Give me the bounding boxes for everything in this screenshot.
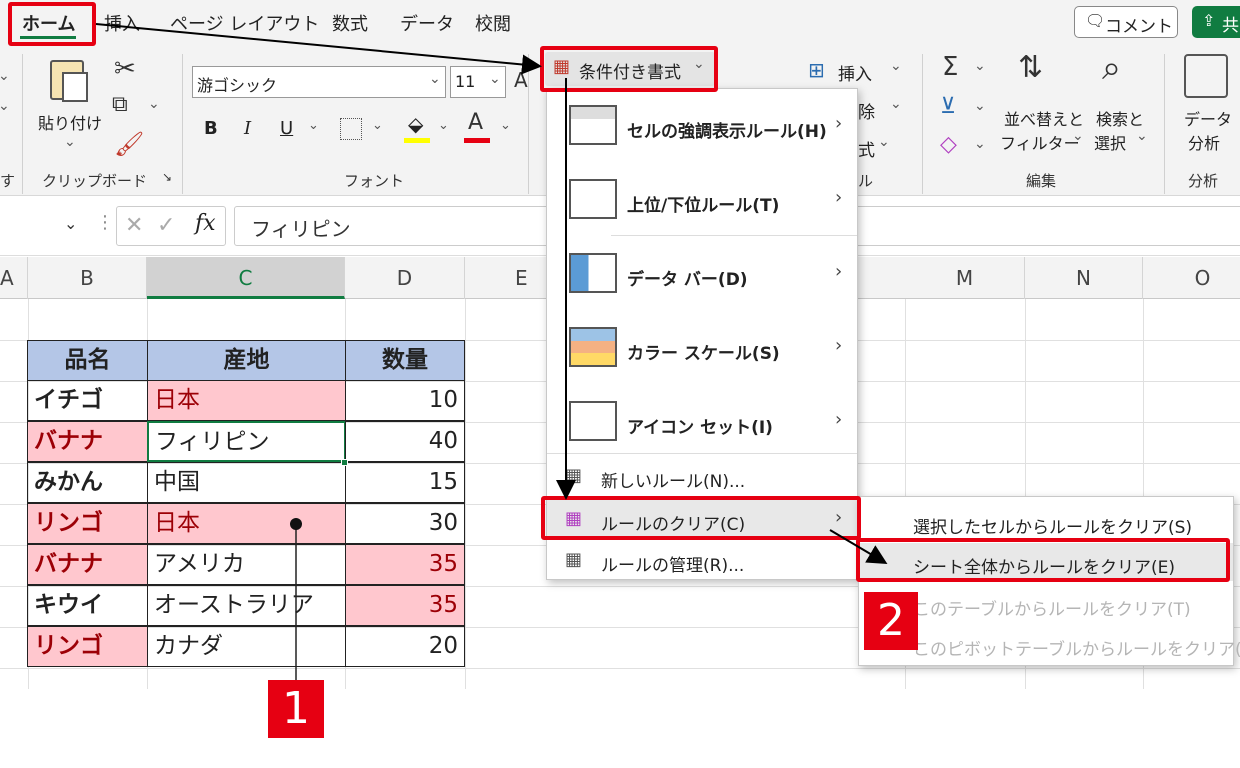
excel-window: ホーム 挿入 ページ レイアウト 数式 データ 校閲 🗨 コメント ⇪ 共 ⌄ …: [0, 0, 1240, 768]
annotation-arrows: [95, 23, 888, 680]
arrow-clear-to-sheet: [829, 529, 888, 565]
callout-step-1: 1: [268, 680, 324, 738]
arrow-home-to-cf: [95, 23, 542, 75]
callout-step-2: 2: [864, 592, 918, 650]
callout-dot: [290, 518, 302, 530]
